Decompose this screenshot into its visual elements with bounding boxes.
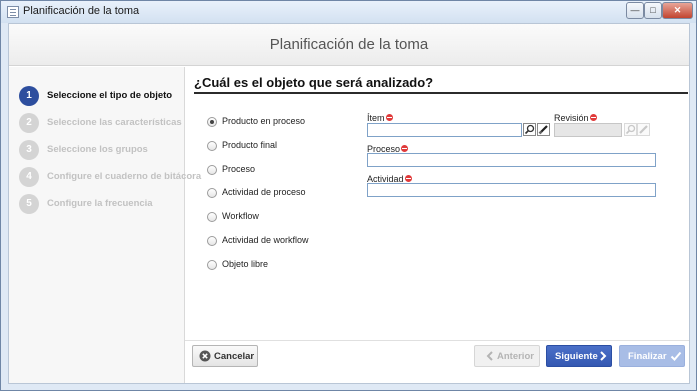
wizard-header: Planificación de la toma (9, 24, 689, 66)
step-2: 2 Seleccione las características (19, 113, 185, 133)
radio-button[interactable] (207, 188, 217, 198)
step-1[interactable]: 1 Seleccione el tipo de objeto (19, 86, 185, 106)
close-button[interactable]: ✕ (662, 2, 693, 19)
radio-label: Workflow (222, 211, 259, 221)
radio-button[interactable] (207, 236, 217, 246)
radio-label: Proceso (222, 164, 256, 174)
radio-actividad-de-workflow[interactable]: Actividad de workflow (207, 235, 357, 249)
actividad-input[interactable] (367, 183, 656, 197)
radio-workflow[interactable]: Workflow (207, 211, 357, 225)
item-clear-button[interactable] (537, 123, 550, 136)
radio-proceso[interactable]: Proceso (207, 164, 357, 178)
required-icon (404, 175, 412, 182)
finish-label: Finalizar (628, 351, 667, 362)
item-label-text: Ítem (367, 113, 385, 123)
revision-label: Revisión (554, 113, 597, 123)
step-number: 1 (19, 86, 39, 106)
radio-producto-final[interactable]: Producto final (207, 140, 357, 154)
title-bar: Planificación de la toma — □ ✕ (1, 1, 696, 23)
radio-label: Actividad de workflow (222, 235, 309, 245)
cancel-label: Cancelar (214, 351, 255, 362)
step-label: Seleccione las características (47, 117, 182, 128)
step-number: 2 (19, 113, 39, 133)
step-number: 4 (19, 167, 39, 187)
item-search-button[interactable] (523, 123, 536, 136)
close-icon: ✕ (673, 5, 682, 15)
item-label: Ítem (367, 113, 393, 123)
app-icon (7, 6, 19, 18)
radio-objeto-libre[interactable]: Objeto libre (207, 259, 357, 273)
radio-button[interactable] (207, 141, 217, 151)
dialog-window: Planificación de la toma — □ ✕ Planifica… (0, 0, 697, 391)
required-icon (589, 114, 597, 121)
step-label: Seleccione el tipo de objeto (47, 90, 173, 101)
minimize-icon: — (630, 5, 640, 15)
step-label: Seleccione los grupos (47, 144, 148, 155)
section-divider (194, 92, 688, 94)
next-button[interactable]: Siguiente (546, 345, 612, 367)
radio-label: Actividad de proceso (222, 187, 306, 197)
radio-producto-en-proceso[interactable]: Producto en proceso (207, 116, 357, 130)
radio-button[interactable] (207, 117, 217, 127)
required-icon (401, 145, 409, 152)
dialog-body: Planificación de la toma 1 Seleccione el… (8, 23, 690, 384)
cancel-button[interactable]: Cancelar (192, 345, 258, 367)
previous-label: Anterior (497, 351, 534, 362)
footer-divider (185, 340, 689, 341)
maximize-icon: □ (650, 5, 656, 15)
search-icon (625, 124, 636, 135)
radio-button[interactable] (207, 165, 217, 175)
step-3: 3 Seleccione los grupos (19, 140, 185, 160)
revision-search-button (624, 123, 637, 136)
section-title: ¿Cuál es el objeto que será analizado? (194, 75, 434, 90)
radio-label: Objeto libre (222, 259, 269, 269)
radio-button[interactable] (207, 212, 217, 222)
item-input[interactable] (367, 123, 522, 137)
step-5: 5 Configure la frecuencia (19, 194, 185, 214)
eraser-icon (538, 125, 548, 135)
checkmark-icon (670, 351, 682, 361)
revision-label-text: Revisión (554, 113, 589, 123)
step-4: 4 Configure el cuaderno de bitácora (19, 167, 201, 187)
finish-button: Finalizar (619, 345, 685, 367)
chevron-right-icon (600, 351, 607, 361)
previous-button: Anterior (474, 345, 540, 367)
wizard-title: Planificación de la toma (269, 36, 429, 53)
radio-button[interactable] (207, 260, 217, 270)
step-number: 3 (19, 140, 39, 160)
step-number: 5 (19, 194, 39, 214)
required-icon (385, 114, 393, 121)
step-label: Configure la frecuencia (47, 198, 153, 209)
maximize-button[interactable]: □ (644, 2, 662, 19)
eraser-icon (639, 125, 648, 134)
window-title: Planificación de la toma (23, 5, 140, 17)
step-label: Configure el cuaderno de bitácora (47, 171, 202, 182)
chevron-left-icon (486, 351, 493, 361)
radio-label: Producto en proceso (222, 116, 306, 126)
revision-clear-button (637, 123, 650, 136)
cancel-icon (199, 350, 211, 362)
next-label: Siguiente (555, 351, 598, 362)
revision-input (554, 123, 622, 137)
wizard-steps: 1 Seleccione el tipo de objeto 2 Selecci… (9, 67, 201, 383)
radio-actividad-de-proceso[interactable]: Actividad de proceso (207, 187, 357, 201)
radio-label: Producto final (222, 140, 278, 150)
proceso-input[interactable] (367, 153, 656, 167)
search-icon (524, 124, 535, 135)
minimize-button[interactable]: — (626, 2, 644, 19)
